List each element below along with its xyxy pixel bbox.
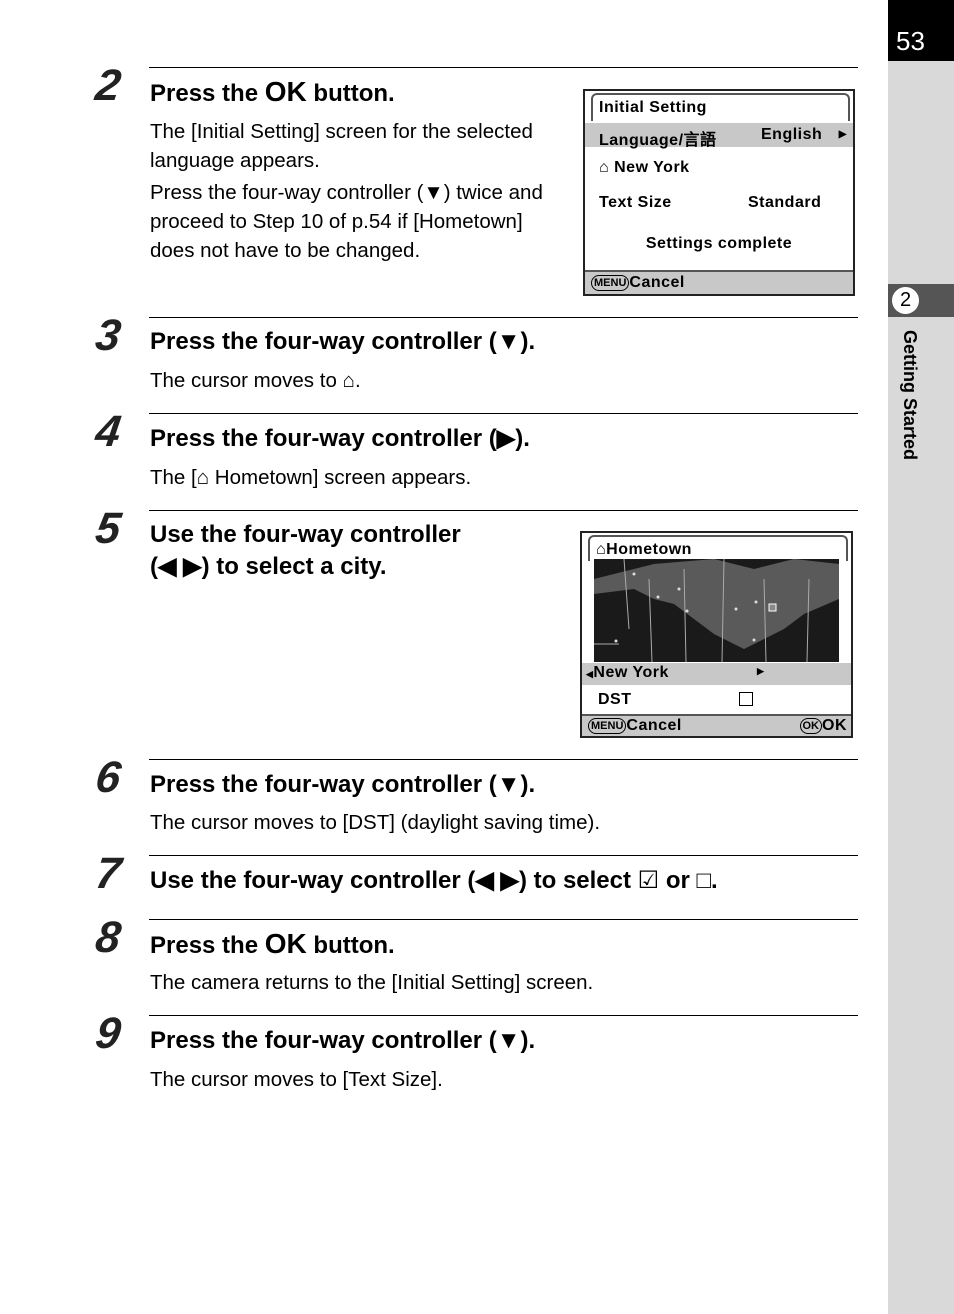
menu-button-icon: MENU: [591, 274, 630, 291]
step-number: 6: [92, 753, 124, 802]
selected-city-marker: [768, 603, 777, 612]
step-text: The cursor moves to [DST] (daylight savi…: [150, 811, 601, 834]
step-heading: Use the four-way controller: [150, 521, 461, 548]
step-number: 4: [92, 407, 124, 456]
screen-title: ⌂Hometown: [588, 535, 848, 561]
city-name: New York: [593, 664, 669, 681]
language-row: Language/言語 English ▶: [585, 123, 853, 149]
step-heading: (◀ ▶) to select a city.: [150, 553, 387, 580]
step-number: 8: [92, 913, 124, 962]
language-label: Language/言語: [599, 132, 717, 149]
step-heading: Press the OK button.: [150, 928, 395, 959]
world-map: [594, 559, 839, 662]
language-value: English: [761, 126, 823, 143]
step-heading: Press the four-way controller (▶).: [150, 425, 530, 452]
divider: [149, 317, 858, 318]
hometown-screen: ⌂Hometown ◀New York ▶ DST MENU Cancel OK OK: [580, 531, 853, 738]
step-number: 2: [92, 61, 124, 110]
arrow-right-icon: ▶: [838, 129, 847, 140]
divider: [149, 759, 858, 760]
dst-checkbox: [739, 692, 753, 706]
sidebar: [888, 0, 954, 1314]
text-size-label: Text Size: [599, 194, 672, 211]
step-text: Press the four-way controller (▼) twice …: [150, 181, 543, 262]
divider: [149, 1015, 858, 1016]
dst-label: DST: [598, 691, 632, 708]
step-heading: Press the OK button.: [150, 76, 395, 107]
step-number: 7: [92, 849, 124, 898]
home-icon: ⌂: [342, 369, 355, 392]
ok-button-glyph: OK: [264, 928, 307, 959]
step-number: 9: [92, 1009, 124, 1058]
text-size-value: Standard: [748, 194, 822, 211]
cancel-label: Cancel: [626, 717, 682, 734]
ok-button-icon: OK: [799, 717, 822, 734]
divider: [149, 855, 858, 856]
home-icon: ⌂: [599, 159, 610, 176]
step-text: The [Initial Setting] screen for the sel…: [150, 120, 533, 172]
step-heading: Press the four-way controller (▼).: [150, 771, 536, 798]
menu-button-icon: MENU: [588, 717, 627, 734]
cancel-label: Cancel: [629, 274, 685, 291]
hometown-row: ⌂ New York: [585, 159, 853, 177]
ok-button-glyph: OK: [264, 76, 307, 107]
step-heading: Press the four-way controller (▼).: [150, 328, 536, 355]
footer: MENU Cancel OK OK: [582, 714, 851, 736]
hometown-value: New York: [614, 159, 690, 176]
divider: [149, 919, 858, 920]
checkbox-checked-icon: ☑: [637, 867, 660, 894]
ok-label: OK: [822, 717, 847, 734]
home-icon: ⌂: [196, 466, 210, 489]
divider: [149, 67, 858, 68]
initial-setting-screen: Initial Setting Language/言語 English ▶ ⌂ Ne…: [583, 89, 855, 296]
step-text: The camera returns to the [Initial Setti…: [150, 971, 594, 994]
arrow-right-icon: ▶: [757, 666, 765, 676]
chapter-number: 2: [891, 286, 920, 315]
chapter-title: Getting Started: [900, 330, 920, 461]
page-number: 53: [888, 0, 954, 61]
screen-title: Initial Setting: [591, 93, 850, 121]
step-heading: Press the four-way controller (▼).: [150, 1027, 536, 1054]
city-selector: ◀New York ▶: [582, 663, 851, 685]
step-number: 5: [92, 504, 124, 553]
step-text: The cursor moves to [Text Size].: [150, 1068, 443, 1091]
step-text: The cursor moves to ⌂.: [150, 369, 361, 392]
step-text: The [⌂ Hometown] screen appears.: [150, 466, 472, 489]
divider: [149, 510, 858, 511]
text-size-row: Text Size Standard: [585, 194, 853, 212]
settings-complete: Settings complete: [645, 235, 793, 252]
step-number: 3: [92, 311, 124, 360]
footer: MENU Cancel: [585, 270, 853, 294]
divider: [149, 413, 858, 414]
step-heading: Use the four-way controller (◀ ▶) to sel…: [150, 867, 718, 894]
title-text: Hometown: [606, 541, 692, 558]
dst-row: DST: [582, 691, 851, 709]
home-icon: ⌂: [596, 541, 607, 558]
